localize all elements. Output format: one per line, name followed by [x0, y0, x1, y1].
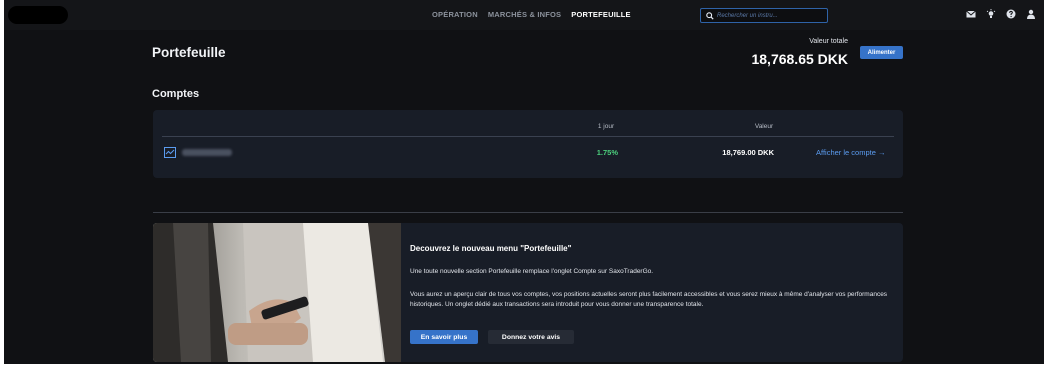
tab-markets-news[interactable]: MARCHÉS & INFOS [488, 10, 561, 19]
promo-body-text: Vous aurez un aperçu clair de tous vos c… [410, 291, 888, 308]
search-input[interactable]: Rechercher un instru... [700, 8, 828, 23]
app-window: OPÉRATION MARCHÉS & INFOS PORTEFEUILLE R… [4, 0, 1044, 364]
help-icon[interactable] [1006, 9, 1016, 19]
tab-operation[interactable]: OPÉRATION [432, 10, 478, 19]
section-divider [153, 212, 903, 213]
account-day-change: 1.75% [596, 148, 618, 157]
account-value: 18,769.00 DKK [722, 148, 774, 157]
column-header-1-day: 1 jour [597, 123, 615, 130]
column-header-value: Valeur [754, 123, 774, 130]
account-name-redacted [182, 149, 232, 156]
page-title: Portefeuille [152, 45, 226, 60]
divider [162, 136, 894, 137]
main-nav: OPÉRATION MARCHÉS & INFOS PORTEFEUILLE [432, 10, 631, 19]
topbar-icons [966, 9, 1036, 19]
account-chart-icon [164, 147, 176, 158]
promo-intro-text: Une toute nouvelle section Portefeuille … [410, 268, 654, 275]
accounts-card [153, 110, 903, 178]
lightbulb-icon[interactable] [986, 9, 996, 19]
search-placeholder: Rechercher un instru... [717, 12, 778, 19]
top-bar: OPÉRATION MARCHÉS & INFOS PORTEFEUILLE R… [4, 0, 1044, 30]
promo-photo [153, 223, 401, 362]
promo-title: Decouvrez le nouveau menu "Portefeuille" [410, 244, 572, 253]
fund-button[interactable]: Alimenter [860, 46, 903, 59]
tab-portfolio[interactable]: PORTEFEUILLE [571, 10, 631, 19]
search-icon [706, 11, 714, 20]
learn-more-button[interactable]: En savoir plus [410, 330, 478, 344]
person-with-phone-illustration [153, 223, 401, 362]
view-account-link[interactable]: Afficher le compte → [816, 148, 885, 157]
total-value: 18,768.65 DKK [751, 51, 848, 67]
total-value-label: Valeur totale [809, 38, 848, 45]
mail-icon[interactable] [966, 9, 976, 19]
give-feedback-button[interactable]: Donnez votre avis [488, 330, 574, 344]
user-icon[interactable] [1026, 9, 1036, 19]
logo-redacted [8, 6, 68, 24]
accounts-section-title: Comptes [152, 88, 200, 100]
